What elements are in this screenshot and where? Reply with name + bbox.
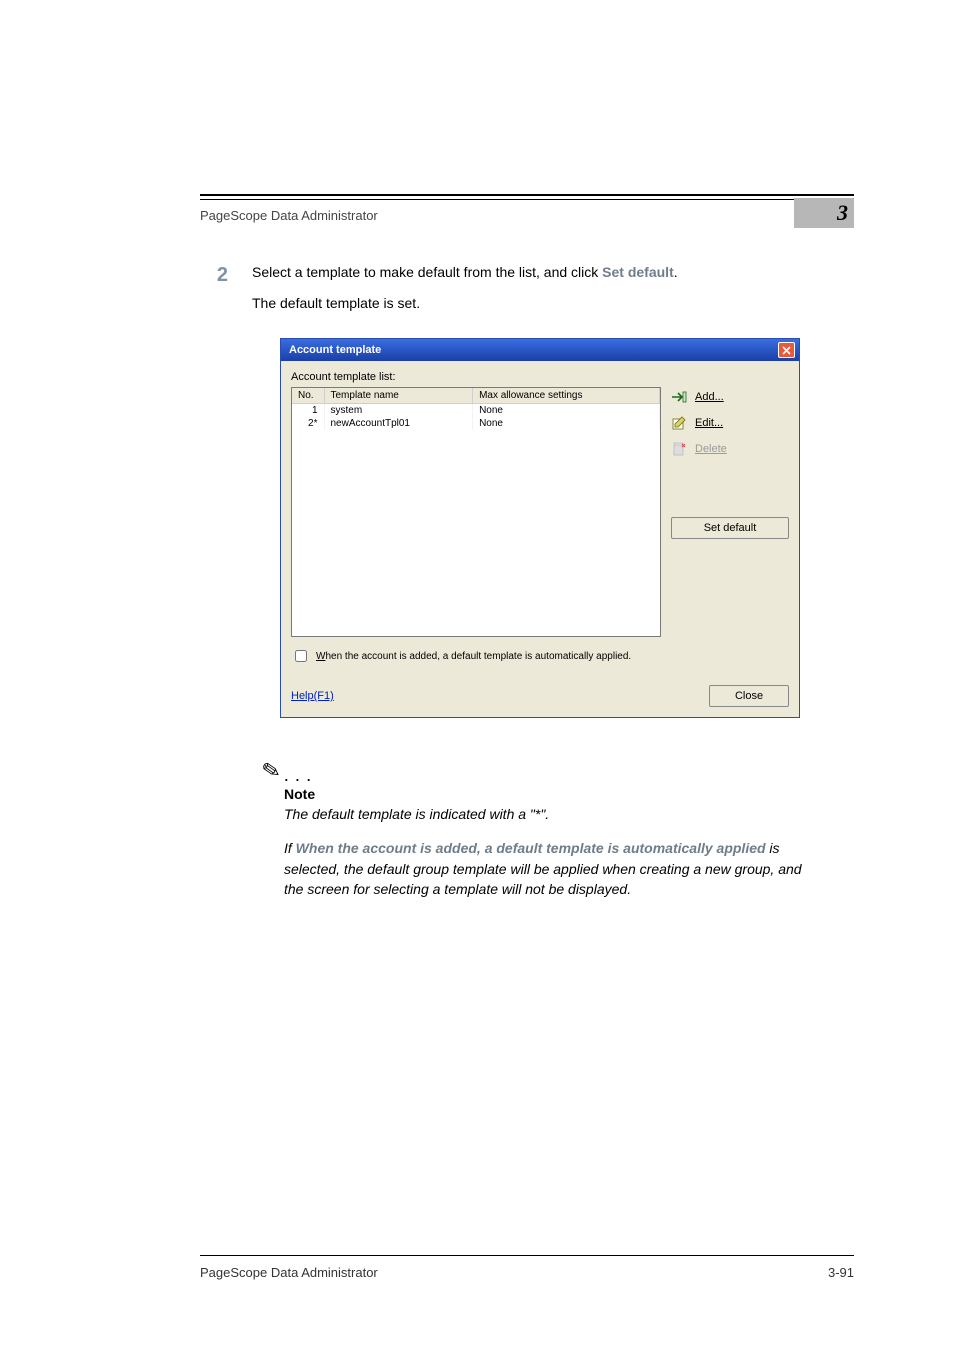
side-buttons: Add... Edit... Delete — [671, 387, 789, 637]
account-template-dialog: Account template Account template list: … — [280, 338, 800, 718]
auto-apply-checkbox-input[interactable] — [295, 650, 307, 662]
dialog-titlebar: Account template — [281, 339, 799, 361]
header-rule-thin — [200, 199, 854, 200]
add-label: Add... — [695, 391, 724, 403]
delete-label: Delete — [695, 443, 727, 455]
dialog-screenshot: Account template Account template list: … — [280, 338, 800, 718]
note-heading: Note — [284, 786, 802, 802]
note-ellipsis: . . . — [284, 769, 312, 784]
footer-title: PageScope Data Administrator — [200, 1265, 378, 1280]
dialog-title: Account template — [289, 344, 381, 356]
note-block: ✎. . . Note The default template is indi… — [262, 758, 802, 899]
running-header-title: PageScope Data Administrator — [200, 208, 378, 223]
col-template-name[interactable]: Template name — [324, 388, 473, 404]
auto-apply-checkbox[interactable]: When the account is added, a default tem… — [291, 647, 789, 665]
close-button[interactable]: Close — [709, 685, 789, 707]
step-number: 2 — [200, 262, 228, 324]
delete-button: Delete — [671, 441, 789, 457]
step-body: Select a template to make default from t… — [252, 262, 854, 324]
dialog-body: Account template list: No. Template name… — [281, 361, 799, 717]
chapter-number: 3 — [837, 200, 848, 226]
edit-button[interactable]: Edit... — [671, 415, 789, 431]
edit-label: Edit... — [695, 417, 723, 429]
delete-icon — [671, 441, 687, 457]
header-rule-thick — [200, 194, 854, 196]
chapter-badge: 3 — [794, 198, 854, 228]
table-row[interactable]: 2* newAccountTpl01 None — [292, 417, 660, 430]
footer-rule — [200, 1255, 854, 1256]
table-row[interactable]: 1 system None — [292, 404, 660, 418]
step-result: The default template is set. — [252, 293, 854, 314]
close-icon[interactable] — [778, 342, 795, 358]
step-instruction: Select a template to make default from t… — [252, 262, 854, 283]
dialog-footer: Help(F1) Close — [291, 685, 789, 707]
ui-ref-set-default: Set default — [602, 264, 674, 280]
template-list[interactable]: No. Template name Max allowance settings… — [291, 387, 661, 637]
note-pencil-icon: ✎ — [260, 757, 283, 786]
note-text-2: If When the account is added, a default … — [284, 838, 802, 899]
note-text-1: The default template is indicated with a… — [284, 804, 802, 824]
help-link[interactable]: Help(F1) — [291, 690, 334, 702]
note-emphasis: When the account is added, a default tem… — [296, 840, 766, 856]
col-no[interactable]: No. — [292, 388, 324, 404]
edit-icon — [671, 415, 687, 431]
page-number: 3-91 — [828, 1265, 854, 1280]
step: 2 Select a template to make default from… — [200, 262, 854, 324]
page: PageScope Data Administrator 3 2 Select … — [0, 0, 954, 1350]
list-label: Account template list: — [291, 371, 789, 383]
set-default-button[interactable]: Set default — [671, 517, 789, 539]
add-button[interactable]: Add... — [671, 389, 789, 405]
col-max-allowance[interactable]: Max allowance settings — [473, 388, 660, 404]
add-icon — [671, 389, 687, 405]
